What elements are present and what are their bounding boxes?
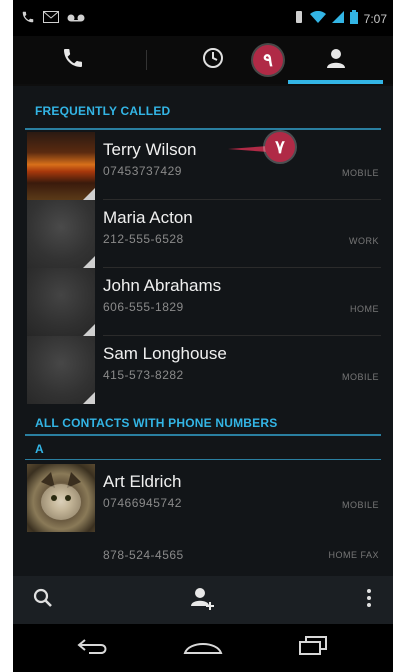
callout-badge-9: ٩ — [253, 45, 283, 75]
home-icon — [183, 637, 223, 660]
wifi-icon — [309, 10, 326, 26]
list-item[interactable]: Sam Longhouse 415-573-8282 MOBILE — [13, 336, 393, 404]
contact-phone-type: HOME FAX — [328, 550, 379, 560]
contact-phone-type: MOBILE — [341, 500, 379, 510]
list-item[interactable]: Terry Wilson 07453737429 MOBILE — [13, 132, 393, 200]
overflow-menu-icon — [366, 588, 372, 613]
contact-phone-type: WORK — [349, 236, 379, 246]
quick-contact-badge — [83, 188, 95, 200]
recent-apps-icon — [298, 635, 328, 661]
contact-name: Sam Longhouse — [103, 344, 227, 363]
contact-phone-type: HOME — [350, 304, 379, 314]
message-icon — [43, 11, 59, 26]
section-header-label: FREQUENTLY CALLED — [35, 104, 171, 118]
section-header-frequent: FREQUENTLY CALLED — [13, 86, 393, 130]
search-icon — [33, 588, 53, 613]
phone-call-icon — [21, 10, 35, 27]
list-item[interactable]: Maria Acton 212-555-6528 WORK — [13, 200, 393, 268]
contact-phone: 07466945742 — [103, 496, 182, 510]
tab-favorites[interactable] — [288, 36, 383, 84]
letter-header-label: A — [35, 442, 44, 456]
vibrate-icon — [294, 10, 304, 27]
status-time: 7:07 — [363, 11, 387, 26]
quick-contact-badge — [83, 392, 95, 404]
contact-phone: 212-555-6528 — [103, 232, 184, 246]
phone-screen: 7:07 ٩ FREQUENTLY CALLED Terry Wilson 07… — [13, 0, 393, 672]
contact-name: Maria Acton — [103, 208, 193, 227]
callout-badge-7: ٧ — [265, 132, 295, 162]
contact-phone: 878-524-4565 — [103, 548, 184, 562]
tab-divider — [146, 50, 147, 70]
voicemail-icon — [67, 12, 85, 26]
contact-photo — [27, 268, 95, 336]
battery-icon — [349, 10, 358, 27]
quick-contact-badge — [83, 256, 95, 268]
section-header-all-contacts: ALL CONTACTS WITH PHONE NUMBERS — [13, 404, 393, 436]
list-item[interactable]: John Abrahams 606-555-1829 HOME — [13, 268, 393, 336]
callout-pointer — [228, 146, 268, 152]
contact-name: John Abrahams — [103, 276, 222, 295]
contact-phone: 07453737429 — [103, 164, 182, 178]
letter-header-a: A — [13, 440, 393, 460]
contact-photo — [27, 132, 95, 200]
contact-phone: 606-555-1829 — [103, 300, 184, 314]
phone-icon — [61, 46, 85, 75]
clock-icon — [202, 47, 224, 74]
add-contact-button[interactable] — [173, 576, 233, 624]
quick-contact-badge — [83, 324, 95, 336]
letter-divider — [25, 459, 381, 460]
contact-list[interactable]: FREQUENTLY CALLED Terry Wilson 074537374… — [13, 86, 393, 576]
bottom-action-bar — [13, 576, 393, 624]
recent-apps-button[interactable] — [263, 624, 363, 672]
back-button[interactable] — [43, 624, 143, 672]
signal-icon — [331, 11, 344, 26]
tab-bar: ٩ — [13, 36, 393, 84]
contact-name: Terry Wilson — [103, 140, 197, 159]
contact-phone-type: MOBILE — [341, 168, 379, 178]
status-bar: 7:07 — [13, 0, 393, 36]
contact-photo — [27, 336, 95, 404]
cat-photo-icon — [41, 472, 81, 520]
list-item[interactable]: Art Eldrich 07466945742 MOBILE — [13, 464, 393, 532]
contact-photo — [27, 200, 95, 268]
back-icon — [75, 636, 111, 661]
section-divider — [25, 434, 381, 436]
section-divider — [25, 128, 381, 130]
person-icon — [325, 47, 347, 74]
home-button[interactable] — [153, 624, 253, 672]
search-button[interactable] — [13, 576, 73, 624]
system-navigation-bar — [13, 624, 393, 672]
contact-name: Art Eldrich — [103, 472, 182, 491]
tab-dialpad[interactable] — [25, 36, 120, 84]
overflow-menu-button[interactable] — [349, 576, 389, 624]
section-header-label: ALL CONTACTS WITH PHONE NUMBERS — [35, 416, 278, 430]
secondary-number-row[interactable]: 878-524-4565 HOME FAX — [13, 538, 393, 574]
contact-phone-type: MOBILE — [341, 372, 379, 382]
selected-tab-indicator — [288, 80, 383, 84]
add-contact-icon — [190, 586, 216, 615]
contact-phone: 415-573-8282 — [103, 368, 184, 382]
contact-photo — [27, 464, 95, 532]
tab-call-log[interactable] — [165, 36, 260, 84]
